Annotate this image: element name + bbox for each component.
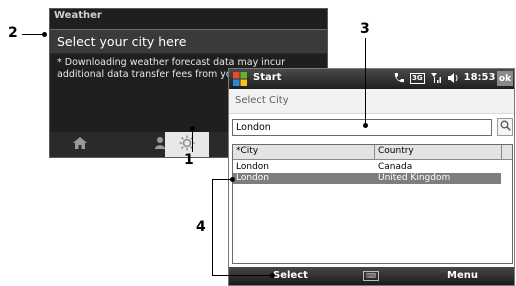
column-header-city[interactable]: *City <box>236 146 258 156</box>
search-button[interactable] <box>497 118 513 136</box>
search-icon <box>500 120 511 134</box>
callout-dot-4a <box>230 177 235 182</box>
phone-call-icon <box>393 72 405 87</box>
home-icon <box>72 136 88 154</box>
callout-line-4-bottom <box>212 275 272 276</box>
screen-header: Select City <box>229 89 514 114</box>
city-select-field[interactable]: Select your city here <box>50 29 327 54</box>
list-item[interactable]: London Canada <box>233 162 501 173</box>
select-city-screen: Start 3G 18:53 ok Select City London *Ci… <box>228 68 515 286</box>
callout-line-2 <box>22 34 44 35</box>
select-softkey[interactable]: Select <box>273 270 308 281</box>
country-cell: United Kingdom <box>378 173 451 183</box>
callout-number-1: 1 <box>184 152 194 168</box>
callout-line-3 <box>365 38 366 124</box>
callout-number-4: 4 <box>196 219 206 235</box>
volume-icon <box>447 72 459 87</box>
windows-logo-icon[interactable] <box>232 71 248 87</box>
callout-line-4-vertical <box>212 179 213 275</box>
country-cell: Canada <box>378 162 413 172</box>
city-search-input[interactable]: London <box>232 119 492 136</box>
callout-dot-4b <box>270 273 275 278</box>
list-header: *City Country <box>233 145 512 160</box>
callout-dot-1 <box>190 126 195 131</box>
signal-strength-icon <box>430 72 442 87</box>
callout-line-1 <box>192 129 193 152</box>
column-divider <box>374 145 375 159</box>
tab-home[interactable] <box>50 132 110 157</box>
city-search-value: London <box>236 122 271 133</box>
list-item-selected[interactable]: London United Kingdom <box>233 173 501 184</box>
ok-button[interactable]: ok <box>497 71 513 86</box>
status-indicators: 3G 18:53 <box>393 72 495 87</box>
city-cell: London <box>236 162 269 172</box>
callout-dot-3 <box>363 123 368 128</box>
page-title: Select City <box>235 95 289 106</box>
city-results-list[interactable]: *City Country London Canada London Unite… <box>232 144 513 264</box>
network-3g-badge: 3G <box>410 73 425 84</box>
callout-dot-2 <box>42 32 47 37</box>
callout-number-3: 3 <box>360 21 370 37</box>
column-header-country[interactable]: Country <box>378 146 414 156</box>
column-divider <box>501 145 502 159</box>
start-menu-label[interactable]: Start <box>253 72 281 83</box>
city-cell: London <box>236 173 269 183</box>
callout-number-2: 2 <box>8 25 18 41</box>
status-bar: Start 3G 18:53 ok <box>229 69 514 89</box>
menu-softkey[interactable]: Menu <box>447 270 478 281</box>
city-select-label: Select your city here <box>57 34 187 49</box>
clock-time: 18:53 <box>463 72 496 83</box>
weather-title: Weather <box>54 10 102 21</box>
keyboard-icon[interactable]: ⌨ <box>363 271 379 281</box>
